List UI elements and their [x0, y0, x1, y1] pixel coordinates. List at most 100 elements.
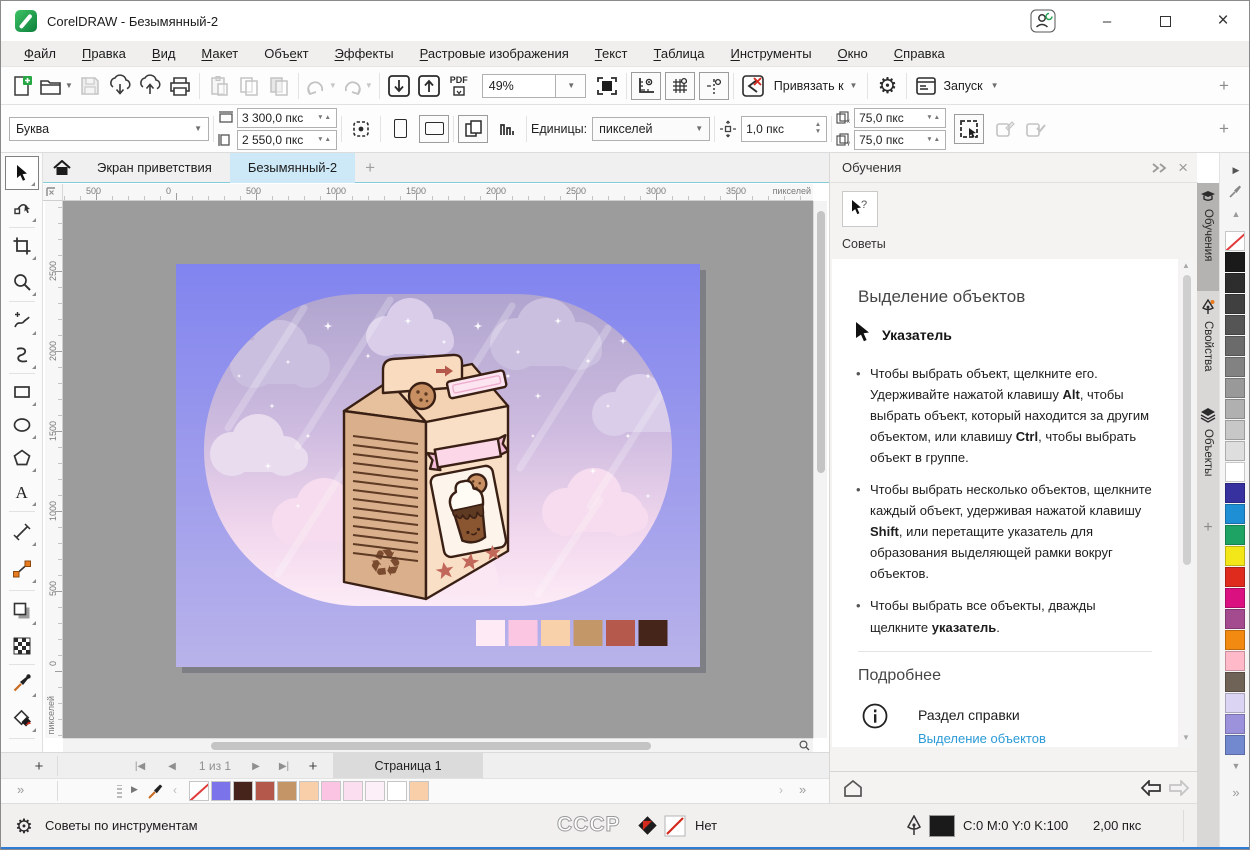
- palette-color-swatch[interactable]: [1225, 441, 1245, 461]
- docpalette-expand-icon[interactable]: »: [17, 782, 24, 797]
- units-combo[interactable]: пикселей▼: [592, 117, 710, 141]
- redo-dropdown-icon[interactable]: ▼: [365, 81, 373, 90]
- tool-color-eyedropper[interactable]: [5, 666, 39, 700]
- palette-color-swatch[interactable]: [1225, 567, 1245, 587]
- palette-eyedropper-icon[interactable]: [1229, 183, 1243, 198]
- import-button[interactable]: [384, 70, 414, 102]
- palette-color-swatch[interactable]: [1225, 315, 1245, 335]
- previous-page-button[interactable]: ◀: [161, 753, 183, 779]
- redo-button[interactable]: ▼: [339, 70, 375, 102]
- export-button[interactable]: [414, 70, 444, 102]
- hints-home-icon[interactable]: [844, 780, 862, 797]
- ruler-origin[interactable]: [43, 184, 63, 201]
- palette-scroll-down[interactable]: ▼: [1220, 761, 1250, 771]
- palette-color-swatch[interactable]: [1225, 504, 1245, 524]
- color-swatch[interactable]: [255, 781, 275, 801]
- color-swatch[interactable]: [409, 781, 429, 801]
- docker-tab-hints[interactable]: Обучения: [1197, 183, 1219, 291]
- vertical-scrollbar[interactable]: [813, 201, 827, 738]
- hscroll-thumb[interactable]: [211, 742, 651, 750]
- account-button[interactable]: [1023, 5, 1063, 37]
- menu-item-Вид[interactable]: Вид: [139, 41, 189, 67]
- page-width-field[interactable]: 3 300,0 пкс▼▲: [237, 108, 337, 128]
- palette-color-swatch[interactable]: [1225, 546, 1245, 566]
- palette-color-swatch[interactable]: [1225, 252, 1245, 272]
- autofit-page-button[interactable]: [346, 113, 376, 145]
- hints-scroll-up[interactable]: ▲: [1182, 261, 1190, 270]
- docker-tab-objects[interactable]: Объекты: [1197, 403, 1219, 507]
- palette-color-swatch[interactable]: [1225, 378, 1245, 398]
- hints-back-icon[interactable]: [1140, 780, 1162, 796]
- color-swatch[interactable]: [343, 781, 363, 801]
- paste-button[interactable]: [204, 70, 234, 102]
- toolbar-customize-plus[interactable]: +: [1209, 70, 1239, 102]
- docpalette-more-icon[interactable]: »: [799, 782, 806, 797]
- hints-forward-icon[interactable]: [1168, 780, 1190, 796]
- menu-item-Таблица[interactable]: Таблица: [641, 41, 718, 67]
- palette-color-swatch[interactable]: [1225, 294, 1245, 314]
- color-swatch[interactable]: [365, 781, 385, 801]
- page-height-field[interactable]: 2 550,0 пкс▼▲: [237, 130, 337, 150]
- close-button[interactable]: ×: [1203, 5, 1243, 37]
- hints-scrollbar[interactable]: ▲ ▼: [1180, 259, 1194, 747]
- open-button[interactable]: ▼: [37, 70, 75, 102]
- apply-changes-button[interactable]: [1020, 113, 1050, 145]
- last-page-button[interactable]: ▶|: [271, 753, 297, 779]
- canvas-zoom-button[interactable]: [796, 738, 813, 752]
- show-grid-toggle[interactable]: [665, 72, 695, 100]
- horizontal-scrollbar[interactable]: [63, 738, 796, 752]
- palette-color-swatch[interactable]: [1225, 273, 1245, 293]
- vertical-ruler[interactable]: пикселей 25002000150010005000: [45, 201, 63, 738]
- palette-color-swatch[interactable]: [1225, 336, 1245, 356]
- docker-collapse-icon[interactable]: [1150, 162, 1170, 174]
- color-swatch[interactable]: [277, 781, 297, 801]
- palette-scroll-up[interactable]: ▲: [1220, 209, 1250, 219]
- palette-color-swatch[interactable]: [1225, 462, 1245, 482]
- zoom-combo-arrow[interactable]: ▼: [556, 74, 586, 98]
- current-page-button[interactable]: [492, 113, 522, 145]
- palette-color-swatch[interactable]: [1225, 525, 1245, 545]
- docker-tab-properties[interactable]: Свойства: [1197, 295, 1219, 399]
- horizontal-ruler[interactable]: пикселей 5000500100015002000250030003500: [63, 184, 813, 201]
- landscape-orientation-button[interactable]: [419, 115, 449, 143]
- vscroll-thumb[interactable]: [817, 211, 825, 473]
- color-swatch[interactable]: [387, 781, 407, 801]
- launch-dropdown[interactable]: Запуск▼: [941, 70, 1000, 102]
- minimize-button[interactable]: –: [1087, 5, 1127, 37]
- tool-dimension[interactable]: [5, 515, 39, 549]
- menu-item-Файл[interactable]: Файл: [11, 41, 69, 67]
- drawing-canvas[interactable]: ♻: [63, 201, 813, 738]
- all-pages-button[interactable]: [458, 115, 488, 143]
- menu-item-Инструменты[interactable]: Инструменты: [717, 41, 824, 67]
- docker-close-icon[interactable]: ×: [1178, 158, 1188, 178]
- tool-freehand[interactable]: [5, 304, 39, 338]
- tool-text[interactable]: A: [5, 475, 39, 509]
- publish-pdf-button[interactable]: PDF: [444, 70, 474, 102]
- cloud-open-button[interactable]: [105, 70, 135, 102]
- palette-color-swatch[interactable]: [1225, 483, 1245, 503]
- color-swatch[interactable]: [321, 781, 341, 801]
- propbar-customize-plus[interactable]: +: [1209, 113, 1239, 145]
- page-size-preset-combo[interactable]: Буква▼: [9, 117, 209, 141]
- palette-color-swatch[interactable]: [1225, 672, 1245, 692]
- full-screen-preview-button[interactable]: [592, 70, 622, 102]
- tool-crop[interactable]: [5, 229, 39, 263]
- save-button[interactable]: [75, 70, 105, 102]
- palette-color-swatch[interactable]: [1225, 630, 1245, 650]
- no-color-swatch[interactable]: [1225, 231, 1245, 251]
- docpalette-eyedropper-icon[interactable]: [147, 782, 165, 800]
- palette-expand-icon[interactable]: »: [1220, 785, 1250, 800]
- tool-zoom[interactable]: [5, 265, 39, 299]
- tool-pick[interactable]: [5, 156, 39, 190]
- tool-transparency[interactable]: [5, 629, 39, 663]
- new-document-button[interactable]: [7, 70, 37, 102]
- page-artwork[interactable]: ♻: [176, 264, 700, 667]
- tool-shape[interactable]: [5, 191, 39, 225]
- palette-flyout-icon[interactable]: ▶: [1220, 165, 1250, 176]
- menu-item-Растровые изображения[interactable]: Растровые изображения: [407, 41, 582, 67]
- show-rulers-toggle[interactable]: [631, 72, 661, 100]
- palette-color-swatch[interactable]: [1225, 693, 1245, 713]
- tool-ellipse[interactable]: [5, 408, 39, 442]
- palette-color-swatch[interactable]: [1225, 357, 1245, 377]
- print-button[interactable]: [165, 70, 195, 102]
